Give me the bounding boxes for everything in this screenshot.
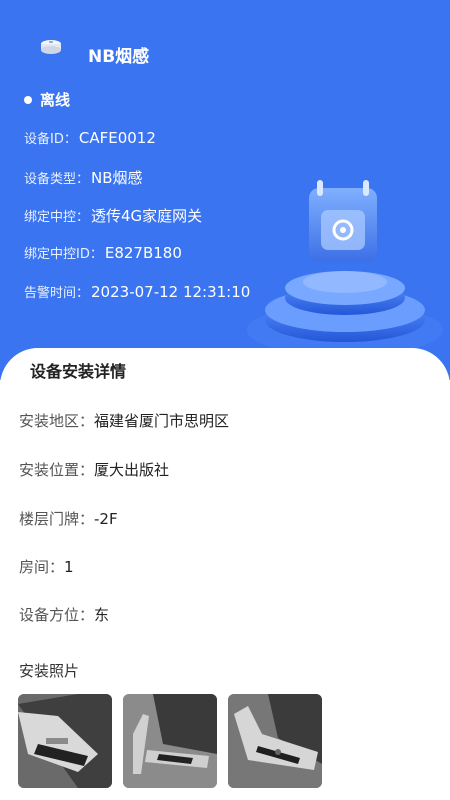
install-area-value: 福建省厦门市思明区 [94,412,230,430]
device-name: NB烟感 [88,47,150,67]
device-type-value: NB烟感 [91,169,143,187]
install-photo[interactable] [123,694,217,788]
room-value: 1 [64,557,74,576]
section-title: 设备安装详情 [30,362,127,381]
gateway-id-row: 绑定中控ID： E827B180 [24,243,182,263]
install-area-row: 安装地区： 福建省厦门市思明区 [19,410,229,431]
alarm-time-label: 告警时间： [24,286,90,301]
device-detail-screen: NB烟感 离线 设备ID： CAFE0012 设备类型： NB烟感 绑定中控： … [0,0,450,800]
device-id-label: 设备ID： [24,132,77,147]
gateway-id-label: 绑定中控ID： [24,247,103,262]
photo-image [228,694,322,788]
device-type-label: 设备类型： [24,172,90,187]
gateway-label: 绑定中控： [24,210,90,225]
photo-image [123,694,217,788]
floor-value: -2F [94,509,118,528]
floor-row: 楼层门牌： -2F [19,508,118,529]
orientation-row: 设备方位： 东 [19,604,109,625]
install-area-label: 安装地区： [19,412,95,430]
device-illustration [247,180,443,356]
status-indicator: 离线 [24,89,70,110]
install-photo[interactable] [18,694,112,788]
floor-label: 楼层门牌： [19,510,95,528]
photos-title: 安装照片 [19,662,80,680]
install-location-row: 安装位置： 厦大出版社 [19,459,169,480]
status-text: 离线 [40,91,71,109]
photo-image [18,694,112,788]
gateway-id-value: E827B180 [104,243,182,262]
install-location-label: 安装位置： [19,461,95,479]
orientation-label: 设备方位： [19,606,95,624]
alarm-time-row: 告警时间： 2023-07-12 12:31:10 [24,282,251,302]
gateway-row: 绑定中控： 透传4G家庭网关 [24,205,202,226]
room-label: 房间： [19,558,65,576]
alarm-time-value: 2023-07-12 12:31:10 [91,282,251,301]
room-row: 房间： 1 [19,556,74,577]
install-location-value: 厦大出版社 [94,461,170,479]
smoke-detector-icon [41,40,61,54]
gateway-value: 透传4G家庭网关 [91,207,203,225]
orientation-value: 东 [94,606,110,624]
status-dot [24,95,32,104]
device-id-value: CAFE0012 [78,128,156,147]
device-type-row: 设备类型： NB烟感 [24,167,143,188]
device-header: NB烟感 离线 设备ID： CAFE0012 设备类型： NB烟感 绑定中控： … [0,0,450,380]
install-photo[interactable] [228,694,322,788]
device-id-row: 设备ID： CAFE0012 [24,128,156,148]
